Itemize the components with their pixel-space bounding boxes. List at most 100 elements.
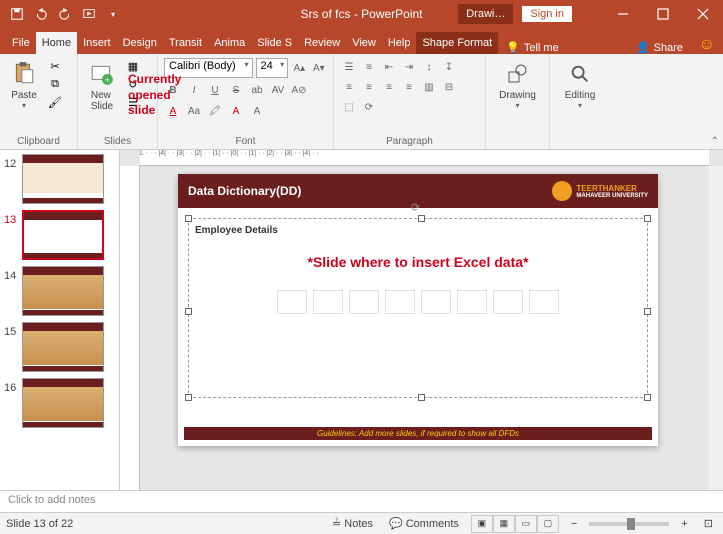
format-painter-icon[interactable]: 🖌 [46, 94, 64, 110]
slide-edit-area[interactable]: L · · · |4| · · |3| · · |2| · · |1| · · … [120, 150, 723, 490]
chart-icon[interactable] [313, 290, 343, 314]
selection-handle[interactable] [644, 308, 651, 315]
selection-handle[interactable] [185, 215, 192, 222]
cut-icon[interactable]: ✂ [46, 58, 64, 74]
columns-button[interactable]: ▥ [420, 78, 438, 96]
text-direction-button[interactable]: ↧ [440, 58, 458, 76]
thumbnail-14[interactable]: 14 [0, 266, 119, 316]
copy-icon[interactable]: ⧉ [46, 76, 64, 92]
online-picture-icon[interactable] [457, 290, 487, 314]
3d-model-icon[interactable] [385, 290, 415, 314]
thumbnail-12[interactable]: 12 [0, 154, 119, 204]
notes-pane[interactable]: Click to add notes [0, 490, 723, 512]
tab-insert[interactable]: Insert [77, 32, 117, 54]
align-text-button[interactable]: ⊟ [440, 78, 458, 96]
save-icon[interactable] [6, 3, 28, 25]
collapse-ribbon-icon[interactable]: ⌃ [711, 136, 719, 147]
thumbnail-16[interactable]: 16 [0, 378, 119, 428]
new-slide-button[interactable]: + New Slide [84, 58, 120, 114]
slideshow-view-button[interactable]: ▢ [537, 515, 559, 533]
align-right-button[interactable]: ≡ [380, 78, 398, 96]
numbering-button[interactable]: ≡ [360, 58, 378, 76]
tab-animations[interactable]: Anima [208, 32, 251, 54]
font-size-select[interactable]: 24 [256, 58, 289, 78]
logo-badge-icon [552, 181, 572, 201]
thumb-number: 16 [4, 378, 22, 394]
university-logo: TEERTHANKERMAHAVEER UNIVERSITY [552, 181, 648, 201]
feedback-icon[interactable]: ☺ [699, 36, 715, 54]
maximize-button[interactable] [643, 0, 683, 28]
text-effects-button[interactable]: A [248, 102, 266, 120]
slides-label: Slides [84, 136, 151, 147]
shrink-font-icon[interactable]: A▾ [311, 59, 327, 77]
normal-view-button[interactable]: ▣ [471, 515, 493, 533]
convert-button[interactable]: ⟳ [360, 98, 378, 116]
thumbnail-13[interactable]: 13 [0, 210, 119, 260]
change-case-button[interactable]: Aa [185, 102, 203, 120]
group-paragraph: ☰ ≡ ⇤ ⇥ ↕ ↧ ≡ ≡ ≡ ≡ ▥ ⊟ ⬚ ⟳ Paragraph [334, 54, 486, 149]
tab-transitions[interactable]: Transit [163, 32, 208, 54]
selection-handle[interactable] [644, 394, 651, 401]
selection-handle[interactable] [418, 394, 425, 401]
selection-handle[interactable] [644, 215, 651, 222]
quick-access-toolbar: ▾ [0, 3, 124, 25]
thumbnail-15[interactable]: 15 [0, 322, 119, 372]
sign-in-button[interactable]: Sign in [521, 5, 573, 23]
grow-font-icon[interactable]: A▴ [291, 59, 307, 77]
tab-slideshow[interactable]: Slide S [251, 32, 298, 54]
reading-view-button[interactable]: ▭ [515, 515, 537, 533]
editing-button[interactable]: Editing ▾ [556, 58, 604, 112]
underline-button[interactable]: U [206, 81, 224, 99]
zoom-slider[interactable] [589, 522, 669, 526]
increase-indent-button[interactable]: ⇥ [400, 58, 418, 76]
start-from-beginning-icon[interactable] [78, 3, 100, 25]
thumbnail-panel[interactable]: 12 13 14 15 16 [0, 150, 120, 490]
drawing-button[interactable]: Drawing ▾ [492, 58, 543, 112]
tab-home[interactable]: Home [36, 32, 77, 54]
tab-file[interactable]: File [6, 32, 36, 54]
icon-icon[interactable] [529, 290, 559, 314]
tab-design[interactable]: Design [117, 32, 163, 54]
selection-handle[interactable] [185, 394, 192, 401]
italic-button[interactable]: I [185, 81, 203, 99]
smartart-icon[interactable] [349, 290, 379, 314]
shadow-button[interactable]: ab [248, 81, 266, 99]
rotate-handle-icon[interactable]: ⟳ [411, 201, 425, 215]
paste-button[interactable]: Paste ▾ [6, 58, 42, 112]
selection-handle[interactable] [185, 308, 192, 315]
bullets-button[interactable]: ☰ [340, 58, 358, 76]
spacing-icon[interactable]: AV [269, 81, 287, 99]
smartart-button[interactable]: ⬚ [340, 98, 358, 116]
qat-more-icon[interactable]: ▾ [102, 3, 124, 25]
vertical-scrollbar[interactable] [709, 166, 723, 490]
selection-handle[interactable] [418, 215, 425, 222]
tell-me[interactable]: 💡Tell me [498, 41, 567, 54]
undo-icon[interactable] [30, 3, 52, 25]
line-spacing-button[interactable]: ↕ [420, 58, 438, 76]
redo-icon[interactable] [54, 3, 76, 25]
sorter-view-button[interactable]: ▦ [493, 515, 515, 533]
picture-icon[interactable] [421, 290, 451, 314]
table-icon[interactable] [277, 290, 307, 314]
close-button[interactable] [683, 0, 723, 28]
content-placeholder[interactable]: ⟳ Employee Details *Slide where to inser… [188, 218, 648, 398]
minimize-button[interactable] [603, 0, 643, 28]
tab-shape-format[interactable]: Shape Format [416, 32, 498, 54]
thumb-number: 14 [4, 266, 22, 282]
justify-button[interactable]: ≡ [400, 78, 418, 96]
tab-view[interactable]: View [346, 32, 382, 54]
decrease-indent-button[interactable]: ⇤ [380, 58, 398, 76]
zoom-thumb[interactable] [627, 518, 635, 530]
font-size-value: 24 [261, 60, 273, 72]
align-center-button[interactable]: ≡ [360, 78, 378, 96]
align-left-button[interactable]: ≡ [340, 78, 358, 96]
share-button[interactable]: 👤Share [636, 41, 683, 54]
tab-review[interactable]: Review [298, 32, 346, 54]
highlight-button[interactable]: 🖍 [206, 102, 224, 120]
font-fill-button[interactable]: A [227, 102, 245, 120]
strikethrough-button[interactable]: S [227, 81, 245, 99]
tab-help[interactable]: Help [382, 32, 417, 54]
video-icon[interactable] [493, 290, 523, 314]
slide-canvas[interactable]: Data Dictionary(DD) TEERTHANKERMAHAVEER … [178, 174, 658, 446]
clear-format-icon[interactable]: A⊘ [290, 81, 308, 99]
